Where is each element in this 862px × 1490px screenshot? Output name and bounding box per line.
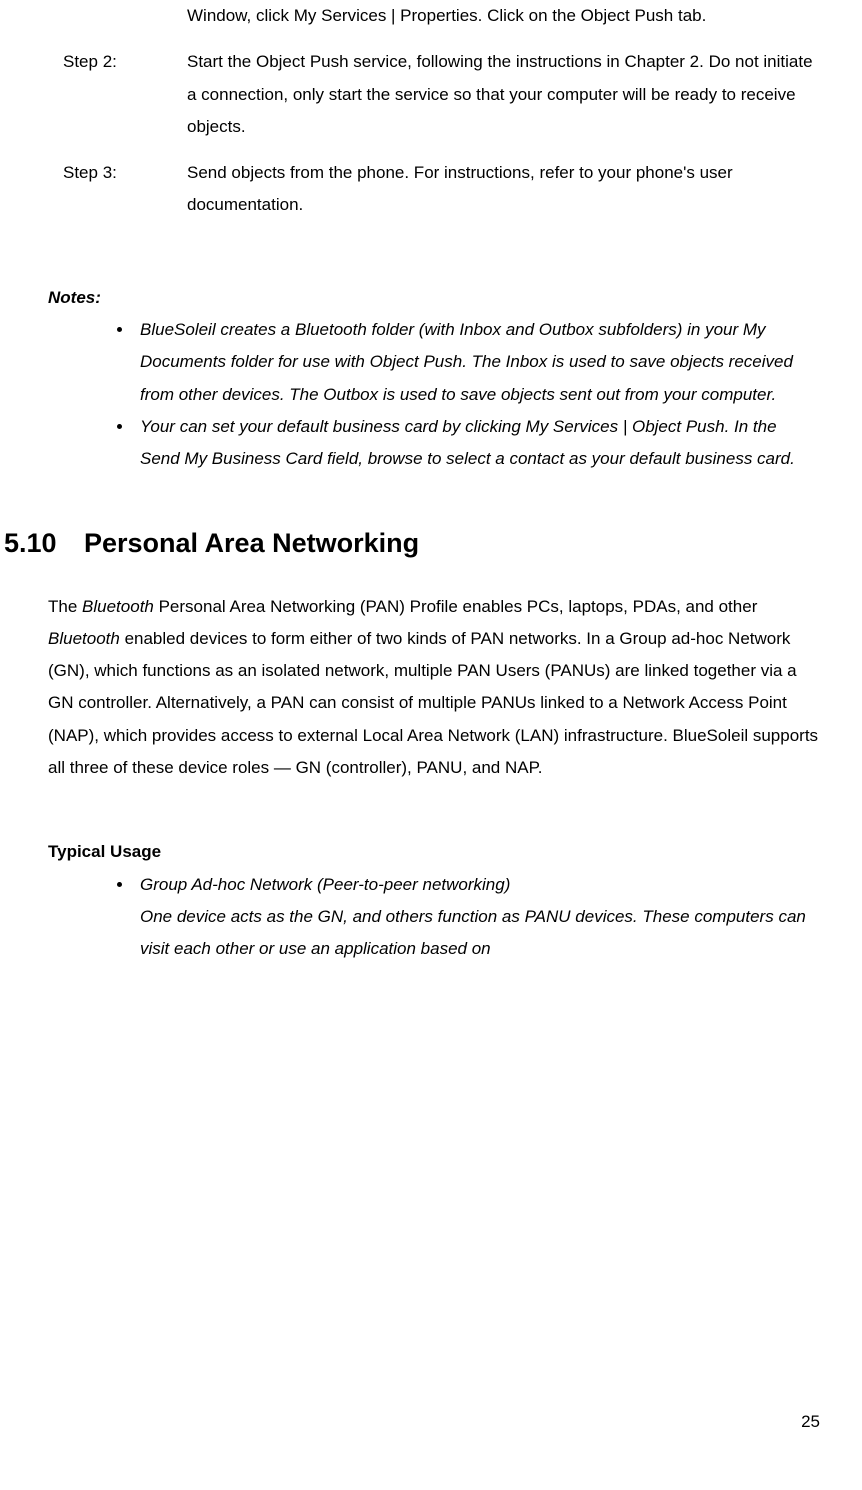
section-number: 5.10 bbox=[0, 528, 84, 559]
typical-usage-list: Group Ad-hoc Network (Peer-to-peer netwo… bbox=[48, 869, 820, 966]
notes-item-1: BlueSoleil creates a Bluetooth folder (w… bbox=[134, 314, 820, 411]
section-paragraph: The Bluetooth Personal Area Networking (… bbox=[0, 591, 820, 785]
step-2-text: Start the Object Push service, following… bbox=[187, 46, 820, 143]
typical-usage-item-1: Group Ad-hoc Network (Peer-to-peer netwo… bbox=[134, 869, 820, 966]
para-text-pre: The bbox=[48, 597, 82, 616]
step-3-text: Send objects from the phone. For instruc… bbox=[187, 157, 820, 222]
step-3-row: Step 3: Send objects from the phone. For… bbox=[0, 157, 820, 222]
typical-usage-heading: Typical Usage bbox=[48, 836, 820, 868]
para-text-post: enabled devices to form either of two ki… bbox=[48, 629, 818, 777]
para-text-mid1: Personal Area Networking (PAN) Profile e… bbox=[154, 597, 757, 616]
step-1-label bbox=[0, 0, 187, 32]
step-1-text: Window, click My Services | Properties. … bbox=[187, 0, 820, 32]
notes-section: Notes: BlueSoleil creates a Bluetooth fo… bbox=[0, 282, 820, 476]
step-2-row: Step 2: Start the Object Push service, f… bbox=[0, 46, 820, 143]
typical-item-1-body: One device acts as the GN, and others fu… bbox=[140, 907, 806, 958]
section-title: Personal Area Networking bbox=[84, 528, 419, 559]
para-italic-bluetooth-2: Bluetooth bbox=[48, 629, 120, 648]
typical-usage-section: Typical Usage Group Ad-hoc Network (Peer… bbox=[0, 836, 820, 965]
page-number: 25 bbox=[801, 1412, 820, 1432]
step-1-row: Window, click My Services | Properties. … bbox=[0, 0, 820, 32]
notes-list: BlueSoleil creates a Bluetooth folder (w… bbox=[48, 314, 820, 475]
typical-item-1-title: Group Ad-hoc Network (Peer-to-peer netwo… bbox=[140, 875, 510, 894]
notes-item-2: Your can set your default business card … bbox=[134, 411, 820, 476]
notes-heading: Notes: bbox=[48, 282, 820, 314]
section-heading: 5.10 Personal Area Networking bbox=[0, 528, 820, 559]
step-2-label: Step 2: bbox=[0, 46, 187, 143]
step-3-label: Step 3: bbox=[0, 157, 187, 222]
para-italic-bluetooth-1: Bluetooth bbox=[82, 597, 154, 616]
